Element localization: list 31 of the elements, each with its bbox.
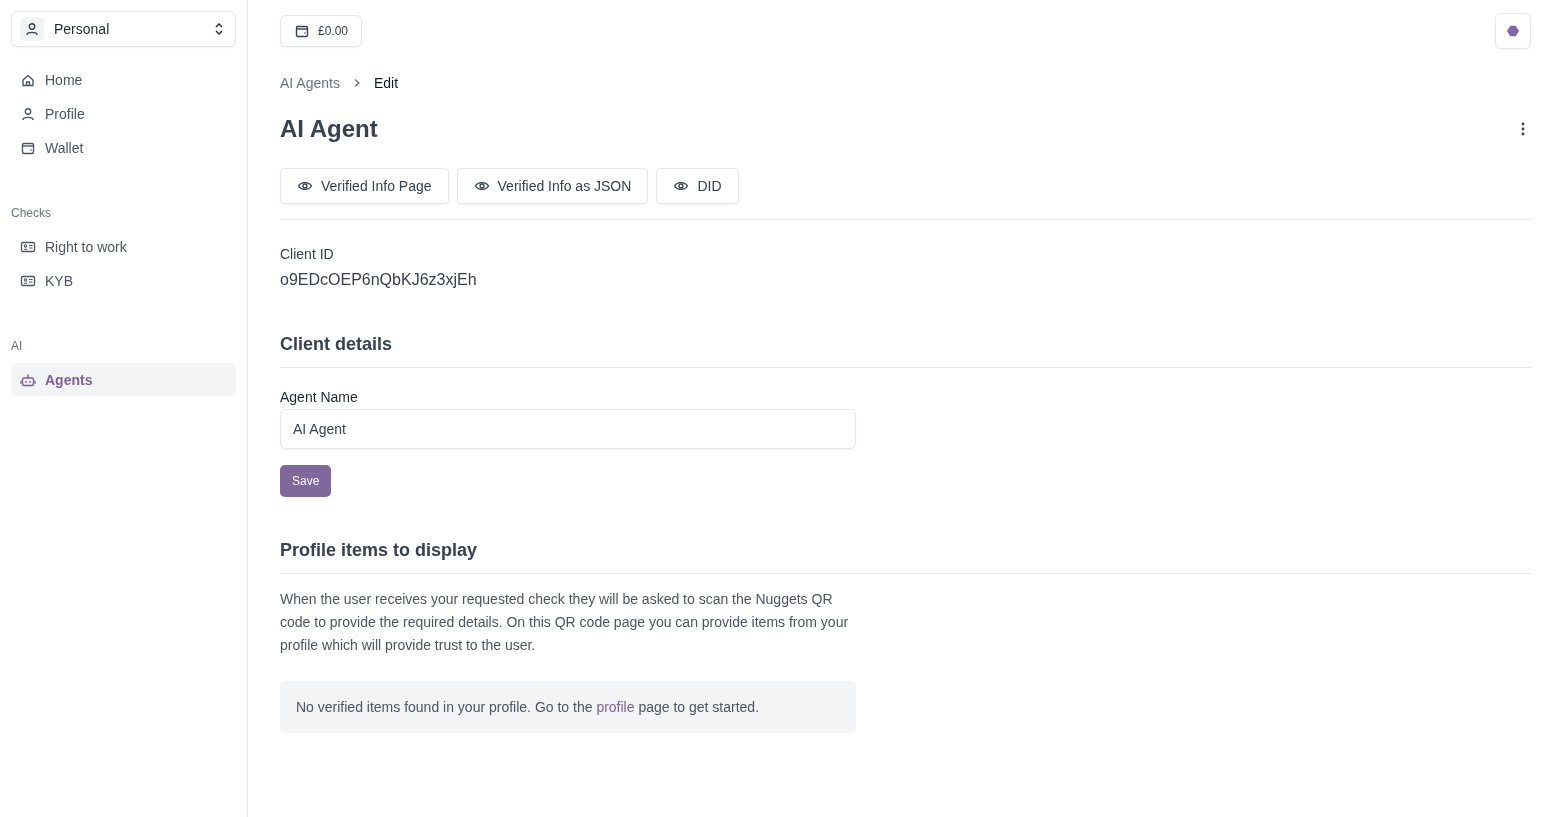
person-icon [24,21,40,37]
breadcrumb-link[interactable]: AI Agents [280,75,340,91]
section-heading: AI [11,339,23,353]
account-switcher[interactable]: Personal [11,11,236,47]
view-button[interactable]: DID [656,168,739,204]
view-button[interactable]: Verified Info as JSON [456,168,649,204]
save-button[interactable]: Save [280,465,332,497]
logo-button[interactable] [1495,13,1531,49]
robot-icon [20,371,36,388]
sidebar-item[interactable]: Agents [11,363,236,396]
sidebar-item[interactable]: Wallet [11,131,236,164]
section-heading: Client details [280,334,1531,368]
sidebar-item[interactable]: KYB [11,264,236,297]
field-label: Client ID [280,246,334,262]
sidebar-item[interactable]: Home [11,63,236,96]
client-id-value: o9EDcOEP6nQbKJ6z3xjEh [280,271,477,289]
profile-link[interactable]: profile [596,699,635,715]
description-text: When the user receives your requested check they will be asked to scan the Nuggets QR code to provide the required details. On this QR code page you can provide items from your profile which will provide trust to the user. [280,590,850,655]
section-heading: Checks [11,206,51,220]
sidebar-item[interactable]: Profile [11,97,236,130]
wallet-icon [294,23,310,39]
empty-notice: No verified items found in your profile. Go to the profile page to get started. [280,681,856,733]
gem-icon [1506,24,1520,38]
agent-name-field[interactable]: AI Agent [280,409,856,449]
sidebar-item[interactable]: Right to work [11,230,236,263]
field-label: Agent Name [280,389,358,405]
view-button[interactable]: Verified Info Page [280,168,449,204]
page-title: AI Agent [280,115,378,143]
balance-button[interactable]: £0.00 [280,15,363,47]
section-heading: Profile items to display [280,540,1531,574]
person-icon [20,105,36,122]
